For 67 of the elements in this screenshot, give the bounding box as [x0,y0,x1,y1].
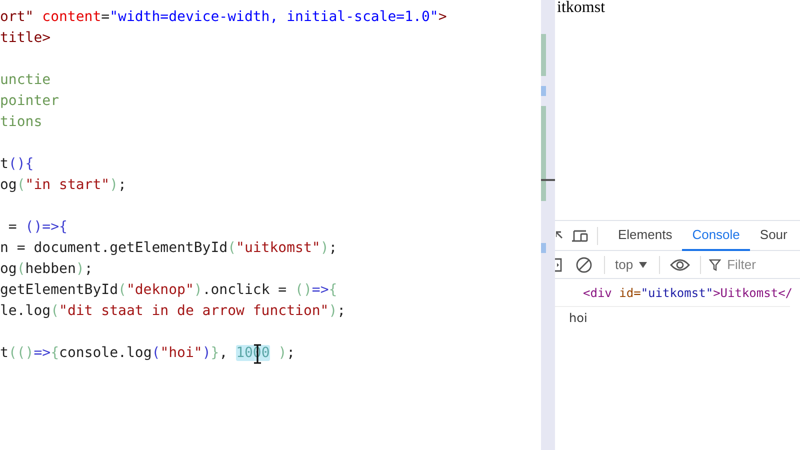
code-token: ; [118,177,126,193]
code-token: le.log [0,303,51,319]
page-text: itkomst [557,0,606,16]
code-token: > [438,9,447,25]
code-token: title> [0,30,51,46]
code-token: => [312,282,329,298]
code-token: ) [328,303,338,319]
code-token: ; [337,303,346,319]
code-token: ( [118,282,126,298]
code-token: ; [286,345,296,361]
caret-icon [639,262,648,268]
code-token: ( [16,177,26,193]
code-token: ; [84,261,93,277]
filter-icon [709,258,722,270]
code-token: ) [110,177,118,193]
code-token: { [328,282,338,298]
devtools-tab[interactable]: Sour [750,220,798,250]
device-icon[interactable] [571,228,589,242]
code-token: ) [320,240,329,256]
devtools-tab[interactable]: Elements [608,220,682,250]
code-token: "hoi" [160,345,202,361]
code-token: ( [228,240,236,256]
code-token: og [0,177,17,193]
code-token: (() [8,345,34,361]
code-token: ) [76,261,84,277]
code-token: ) [202,345,211,361]
code-token: .onclick = [202,282,288,298]
code-token: = [101,9,110,25]
code-comment: unctie [0,72,51,88]
filter-field[interactable]: Filter [727,254,788,274]
code-token: console.log [59,345,152,361]
sidebar-icon[interactable] [555,258,562,272]
code-token: ort" [0,9,34,25]
console-element[interactable]: <div id="uitkomst">Uitkomst</ [555,279,790,307]
code-token: "width=device-width, initial-scale=1.0" [110,9,438,25]
code-token: ) [277,345,287,361]
code-token: } [210,345,220,361]
console-message: hoi [569,311,588,325]
code-token: "dit staat in de arrow function" [59,303,329,319]
code-token: "in start" [25,177,110,193]
code-token: hebben [25,261,76,277]
eye-icon[interactable] [670,258,690,272]
code-token: ( [50,303,60,319]
devtools-tab[interactable]: Console [682,220,750,250]
code-token: => [34,345,51,361]
code-token: t [0,156,8,172]
code-token: "uitkomst" [236,240,320,256]
code-comment: tions [0,114,42,130]
code-token: content [41,9,102,25]
code-token: = [7,219,18,235]
code-token: t [0,345,8,361]
code-token: "deknop" [126,282,194,298]
code-token: ()=>{ [25,219,68,235]
code-token: { [50,345,60,361]
code-token: ( [16,261,26,277]
context-dropdown[interactable]: top [615,254,648,274]
code-token: ) [194,282,202,298]
code-token: n = document.getElementById [0,240,228,256]
code-token: () [295,282,312,298]
code-token: ( [152,345,160,361]
code-token: (){ [8,156,34,172]
code-comment: pointer [0,93,60,109]
clear-icon[interactable] [576,256,592,272]
code-token: , [219,345,229,361]
code-token: getElementById [0,282,118,298]
code-token: ; [328,240,338,256]
code-token: og [0,261,17,277]
